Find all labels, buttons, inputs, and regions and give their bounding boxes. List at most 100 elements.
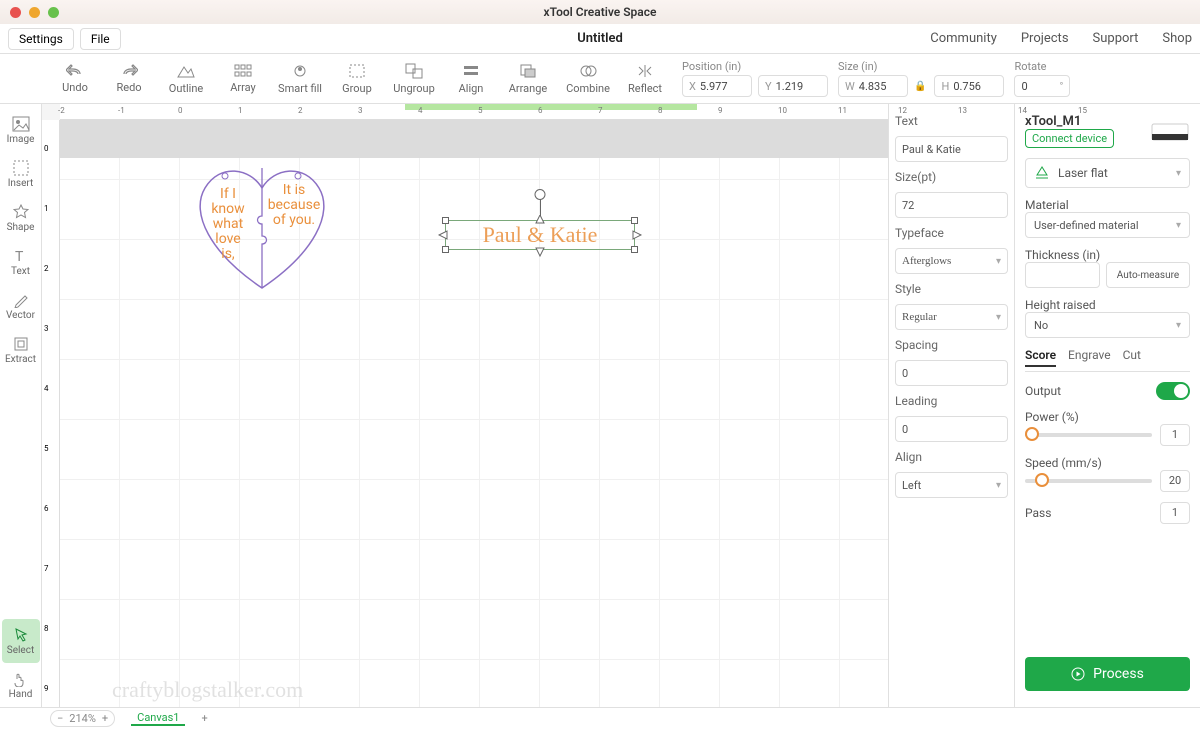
- chevron-down-icon: ▾: [996, 256, 1001, 267]
- window-controls[interactable]: [10, 7, 59, 18]
- zoom-in-icon[interactable]: +: [102, 712, 108, 725]
- lock-icon[interactable]: 🔒: [914, 81, 926, 92]
- text-label: Text: [895, 114, 1008, 128]
- power-value[interactable]: 1: [1160, 424, 1190, 446]
- maximize-window-icon[interactable]: [48, 7, 59, 18]
- text-icon: T: [13, 248, 29, 264]
- svg-text:It isbecauseof you.: It isbecauseof you.: [268, 182, 321, 228]
- reflect-icon: [636, 63, 654, 79]
- svg-text:If Iknowwhatloveis,: If Iknowwhatloveis,: [211, 186, 245, 262]
- extract-icon: [13, 336, 29, 352]
- chevron-down-icon: ▾: [1176, 220, 1181, 231]
- height-select[interactable]: No▾: [1025, 312, 1190, 338]
- add-canvas-button[interactable]: +: [201, 712, 207, 725]
- spacing-input[interactable]: 0: [895, 360, 1008, 386]
- style-label: Style: [895, 282, 1008, 296]
- link-support[interactable]: Support: [1093, 31, 1139, 46]
- tab-cut[interactable]: Cut: [1123, 348, 1141, 367]
- output-toggle[interactable]: [1156, 382, 1190, 400]
- size-input[interactable]: 72: [895, 192, 1008, 218]
- undo-button[interactable]: Undo: [48, 56, 102, 102]
- position-group: Position (in) X5.977 Y1.219: [682, 60, 828, 97]
- rotate-group: Rotate 0°: [1014, 60, 1070, 97]
- reflect-button[interactable]: Reflect: [618, 56, 672, 102]
- link-community[interactable]: Community: [930, 31, 997, 46]
- smartfill-button[interactable]: Smart fill: [270, 56, 330, 102]
- pen-icon: [13, 292, 29, 308]
- speed-label: Speed (mm/s): [1025, 456, 1102, 470]
- combine-icon: [579, 63, 597, 79]
- zoom-control[interactable]: − 214% +: [50, 710, 115, 727]
- style-select[interactable]: Regular▾: [895, 304, 1008, 330]
- chevron-down-icon: ▾: [1176, 320, 1181, 331]
- ruler-horizontal: -2-10123456789101112131415: [60, 104, 888, 120]
- close-window-icon[interactable]: [10, 7, 21, 18]
- laser-icon: [1034, 166, 1050, 180]
- auto-measure-button[interactable]: Auto-measure: [1106, 262, 1190, 288]
- align-select[interactable]: Left▾: [895, 472, 1008, 498]
- toolbar: Undo Redo Outline Array Smart fill Group…: [0, 54, 1200, 104]
- combine-button[interactable]: Combine: [558, 56, 618, 102]
- star-icon: [13, 204, 29, 220]
- device-name: xTool_M1: [1025, 114, 1114, 129]
- leading-input[interactable]: 0: [895, 416, 1008, 442]
- tool-vector[interactable]: Vector: [2, 284, 40, 328]
- tool-select[interactable]: Select: [2, 619, 40, 663]
- text-value-input[interactable]: Paul & Katie: [895, 136, 1008, 162]
- connect-device-button[interactable]: Connect device: [1025, 129, 1114, 148]
- redo-button[interactable]: Redo: [102, 56, 156, 102]
- settings-button[interactable]: Settings: [8, 28, 74, 50]
- arrange-button[interactable]: Arrange: [498, 56, 558, 102]
- ungroup-button[interactable]: Ungroup: [384, 56, 444, 102]
- tool-hand[interactable]: Hand: [2, 663, 40, 707]
- selected-text: Paul & Katie: [446, 221, 634, 249]
- mode-tabs: Score Engrave Cut: [1025, 348, 1190, 372]
- file-button[interactable]: File: [80, 28, 121, 50]
- group-button[interactable]: Group: [330, 56, 384, 102]
- material-select[interactable]: User-defined material▾: [1025, 212, 1190, 238]
- tool-image[interactable]: Image: [2, 108, 40, 152]
- rotate-input[interactable]: 0°: [1014, 75, 1070, 97]
- outline-button[interactable]: Outline: [156, 56, 216, 102]
- heart-graphic[interactable]: If Iknowwhatloveis, It isbecauseof you.: [190, 158, 334, 298]
- minimize-window-icon[interactable]: [29, 7, 40, 18]
- canvas-tab[interactable]: Canvas1: [131, 711, 185, 726]
- power-label: Power (%): [1025, 410, 1079, 424]
- selection-box[interactable]: Paul & Katie: [445, 220, 635, 250]
- array-button[interactable]: Array: [216, 56, 270, 102]
- link-shop[interactable]: Shop: [1162, 31, 1192, 46]
- array-icon: [234, 64, 252, 78]
- tool-shape[interactable]: Shape: [2, 196, 40, 240]
- insert-icon: [13, 160, 29, 176]
- top-links: Community Projects Support Shop: [930, 31, 1192, 46]
- size-h-input[interactable]: H0.756: [934, 75, 1004, 97]
- speed-value[interactable]: 20: [1160, 470, 1190, 492]
- speed-slider[interactable]: [1025, 479, 1152, 483]
- canvas[interactable]: If Iknowwhatloveis, It isbecauseof you. …: [60, 120, 888, 707]
- align-icon: [462, 63, 480, 79]
- tool-text[interactable]: TText: [2, 240, 40, 284]
- size-w-input[interactable]: W4.835: [838, 75, 908, 97]
- chevron-down-icon: ▾: [1176, 168, 1181, 179]
- zoom-out-icon[interactable]: −: [57, 712, 63, 725]
- power-slider[interactable]: [1025, 433, 1152, 437]
- pass-value[interactable]: 1: [1160, 502, 1190, 524]
- tool-insert[interactable]: Insert: [2, 152, 40, 196]
- svg-text:T: T: [15, 249, 24, 264]
- device-icon: [1150, 118, 1190, 144]
- output-label: Output: [1025, 384, 1061, 398]
- align-button[interactable]: Align: [444, 56, 498, 102]
- link-projects[interactable]: Projects: [1021, 31, 1069, 46]
- process-button[interactable]: Process: [1025, 657, 1190, 691]
- pos-y-input[interactable]: Y1.219: [758, 75, 828, 97]
- thickness-input[interactable]: [1025, 262, 1100, 288]
- image-icon: [12, 116, 30, 132]
- tab-score[interactable]: Score: [1025, 348, 1056, 367]
- typeface-select[interactable]: Afterglows▾: [895, 248, 1008, 274]
- tool-extract[interactable]: Extract: [2, 328, 40, 372]
- processing-select[interactable]: Laser flat ▾: [1025, 158, 1190, 188]
- pos-x-input[interactable]: X5.977: [682, 75, 752, 97]
- workspace: Image Insert Shape TText Vector Extract …: [0, 104, 1200, 707]
- tab-engrave[interactable]: Engrave: [1068, 348, 1111, 367]
- smartfill-icon: [291, 63, 309, 79]
